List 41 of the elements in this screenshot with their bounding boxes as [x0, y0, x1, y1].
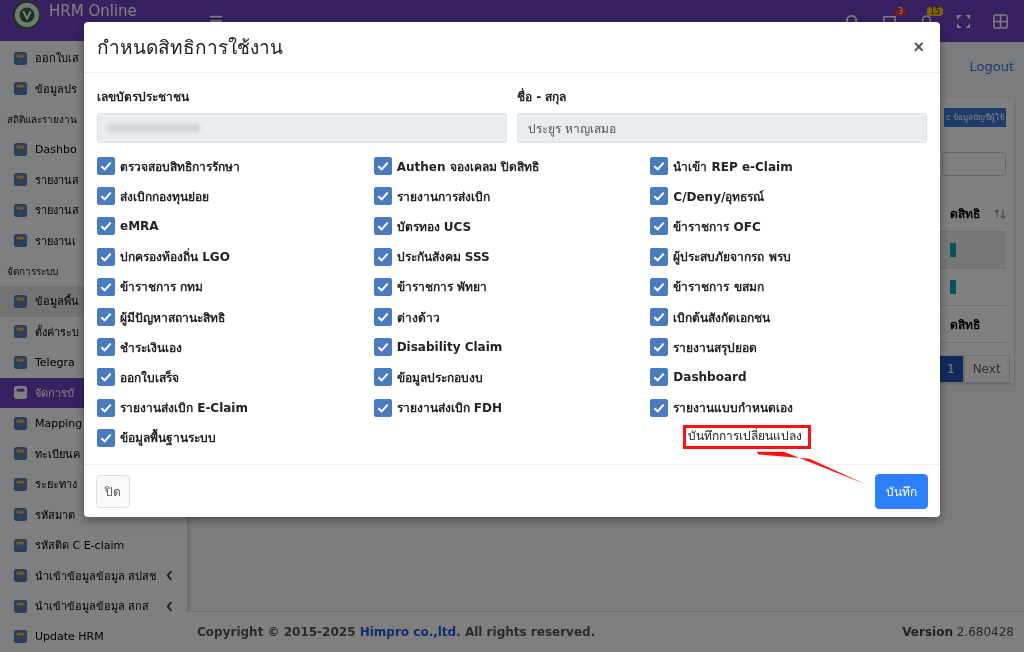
permission-label: รายงานแบบกำหนดเอง [673, 400, 794, 418]
permission-label: ประกันสังคม SSS [396, 249, 490, 267]
column-header: ดสิทธิ [950, 206, 980, 223]
permission-label: บัตรทอง UCS [396, 218, 472, 236]
app-brand: HRM Online [49, 2, 137, 21]
dialog-title: กำหนดสิทธิการใช้งาน [97, 35, 283, 60]
permission-label: ต่างด้าว [396, 309, 440, 327]
permission-label: ข้าราชการ กทม [120, 279, 204, 297]
permission-label: รายงานการส่งเบิก [396, 188, 490, 206]
permission-label: Disability Claim [396, 340, 503, 355]
permission-label: ชำระเงินเอง [120, 339, 182, 357]
count-badge: 15 [926, 6, 943, 16]
permission-label: รายงานส่งเบิก FDH [396, 400, 503, 418]
permission-label: Authen จองเคลม ปิดสิทธิ [396, 158, 539, 176]
version-text: Version 2.680428 [902, 625, 1014, 639]
permission-label: ข้อมูลประกอบงบ [396, 369, 483, 387]
permission-label: ตรวจสอบสิทธิการรักษา [120, 158, 240, 176]
table-cell-text: ดสิทธิ [950, 316, 980, 334]
permission-label: ปกครองท้องถิ่น LGO [120, 247, 230, 267]
permission-label: ส่งเบิกกองทุนย่อย [120, 188, 209, 206]
permission-label: นำเข้า REP e-Claim [673, 158, 793, 176]
permission-label: C/Deny/อุทธรณ์ [673, 188, 765, 206]
field-label: เลขบัตรประชาชน [97, 89, 190, 106]
annotation-callout: บันทึกการเปลี่ยนแปลง [683, 424, 812, 449]
permission-label: ข้าราชการ พัทยา [396, 279, 487, 297]
permission-label: รายงานส่งเบิก E-Claim [120, 400, 248, 418]
field-label: ชื่อ - สกุล [517, 87, 568, 106]
permission-label: ข้าราชการ ขสมก [673, 279, 764, 297]
count-badge: 3 [894, 6, 906, 16]
menu-section-label: สถิติและรายงาน [7, 112, 77, 127]
permission-label: ออกใบเสร็จ [120, 369, 179, 387]
menu-section-label: จัดการระบบ [7, 264, 58, 279]
permission-label: ข้อมูลพื้นฐานระบบ [120, 428, 216, 448]
permission-label: ผู้ประสบภัยจากรถ พรบ [673, 249, 791, 267]
copyright-text: Copyright © 2015-2025 Himpro co.,ltd. All rights reserved. [197, 625, 596, 639]
permission-label: ผู้มีปัญหาสถานะสิทธิ [120, 309, 225, 327]
permission-label: Dashboard [673, 370, 747, 385]
permission-label: eMRA [120, 219, 159, 234]
permission-label: เบิกต้นสังกัดเอกชน [673, 309, 771, 327]
permission-label: ข้าราชการ OFC [673, 218, 761, 236]
permission-label: รายงานสรุปยอด [673, 339, 758, 357]
